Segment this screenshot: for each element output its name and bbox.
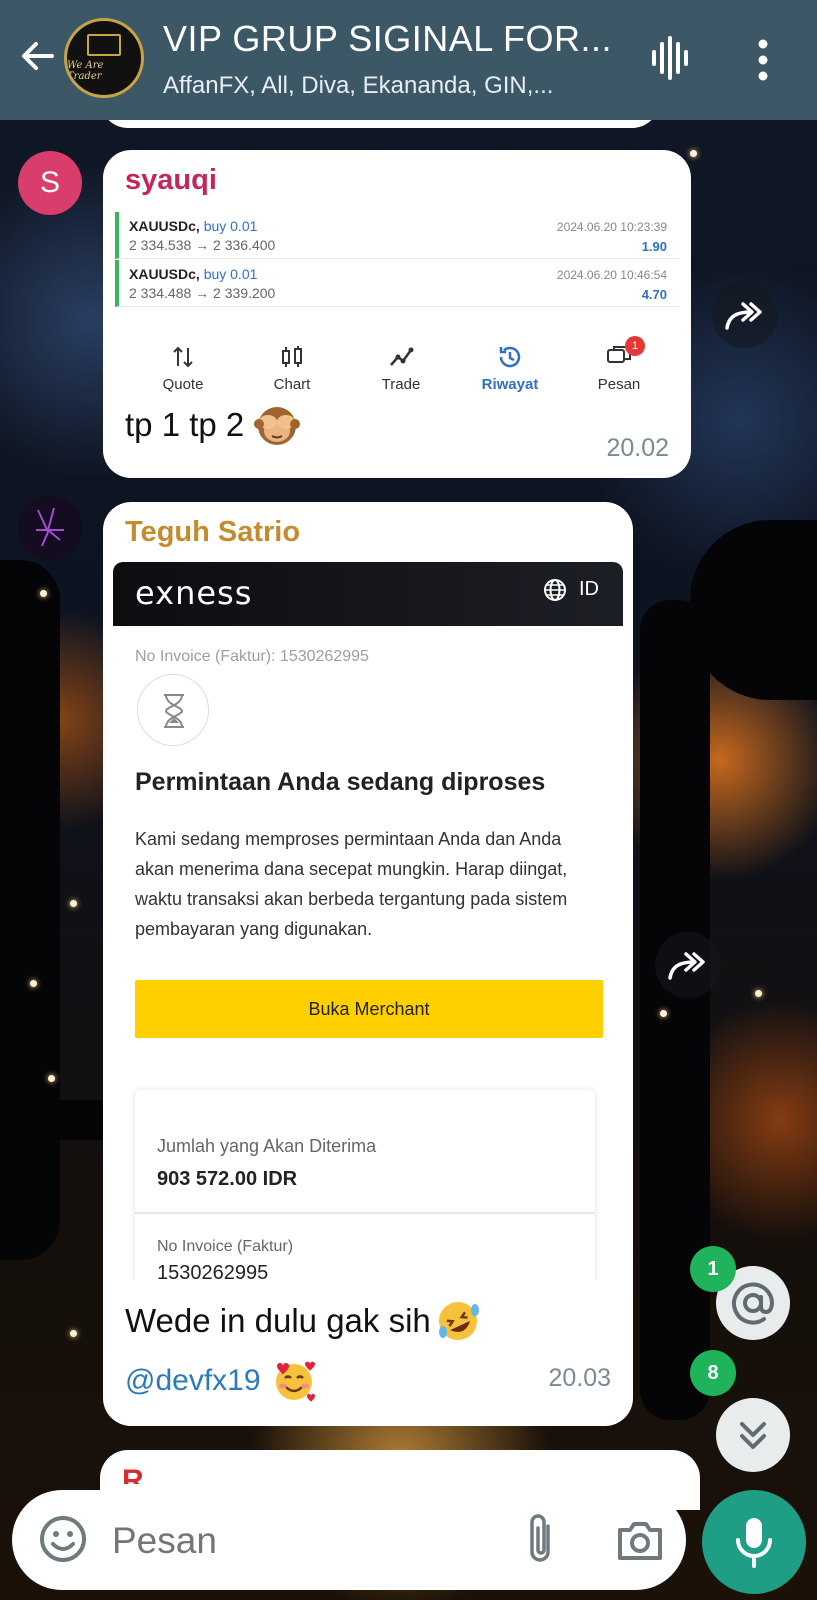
trade-symbol: XAUUSDc, xyxy=(129,266,200,282)
mentions-count-badge: 1 xyxy=(690,1246,736,1292)
candlestick-icon xyxy=(282,346,302,367)
divider xyxy=(135,1212,595,1214)
message-input[interactable] xyxy=(112,1520,492,1562)
message-time: 20.03 xyxy=(548,1364,611,1392)
trade-profit: 4.70 xyxy=(641,287,667,302)
mention-link[interactable]: @devfx19 xyxy=(125,1364,261,1398)
see-no-evil-monkey-emoji xyxy=(254,407,301,445)
trade-datetime: 2024.06.20 10:23:39 xyxy=(556,220,667,234)
tab-label: Chart xyxy=(273,376,311,393)
exness-logo: exness xyxy=(135,574,253,612)
tab-label: Riwayat xyxy=(481,376,539,393)
mt-tab-bar: Quote Chart Trade Riwayat 1 Pesan xyxy=(115,332,679,402)
double-chevron-down-icon xyxy=(740,1422,766,1449)
message-time: 20.02 xyxy=(606,434,669,462)
message-bubble[interactable]: Teguh Satrio exness ID No Invoice (Faktu… xyxy=(103,502,633,1426)
trade-row: XAUUSDc, buy 0.01 2 334.538 → 2 336.400 … xyxy=(115,212,679,259)
history-icon xyxy=(499,346,521,368)
trade-prices: 2 334.488 → 2 339.200 xyxy=(129,285,276,301)
forward-icon xyxy=(725,302,762,330)
monitor-logo-icon xyxy=(87,34,121,56)
voice-chat-icon[interactable] xyxy=(650,36,690,80)
tab-chart: Chart xyxy=(242,332,342,402)
hourglass-icon xyxy=(137,674,209,746)
invoice-line: No Invoice (Faktur): 1530262995 xyxy=(135,648,369,665)
tab-messages: 1 Pesan xyxy=(569,332,669,402)
voice-message-button[interactable] xyxy=(702,1490,806,1594)
message-text-row: tp 1 tp 2 xyxy=(125,402,301,448)
group-avatar[interactable]: We Are Trader xyxy=(64,18,144,98)
forward-button[interactable] xyxy=(712,282,778,348)
sender-name[interactable]: syauqi xyxy=(125,164,217,197)
arrows-updown-icon xyxy=(173,346,193,368)
message-text: tp 1 tp 2 xyxy=(125,406,245,443)
trade-datetime: 2024.06.20 10:46:54 xyxy=(556,268,667,282)
scroll-to-bottom-button[interactable] xyxy=(716,1398,790,1472)
trade-side: buy 0.01 xyxy=(203,218,258,234)
message-bubble[interactable]: syauqi XAUUSDc, buy 0.01 2 334.538 → 2 3… xyxy=(103,150,691,478)
trade-symbol: XAUUSDc, xyxy=(129,218,200,234)
notification-badge: 1 xyxy=(625,336,645,356)
sender-name[interactable]: Teguh Satrio xyxy=(125,516,300,549)
back-arrow-icon[interactable] xyxy=(18,36,58,76)
trade-prices: 2 334.538 → 2 336.400 xyxy=(129,237,276,253)
attachment-icon[interactable] xyxy=(520,1512,560,1568)
tab-label: Trade xyxy=(381,376,421,393)
avatar[interactable] xyxy=(18,496,82,560)
amount-label: Jumlah yang Akan Diterima xyxy=(157,1136,377,1156)
group-avatar-text: We Are Trader xyxy=(67,60,104,82)
mention-row: @devfx19 xyxy=(125,1358,317,1404)
open-merchant-button: Buka Merchant xyxy=(135,980,603,1038)
message-composer xyxy=(12,1490,686,1590)
amount-card: Jumlah yang Akan Diterima 903 572.00 IDR… xyxy=(135,1090,595,1280)
status-body: Kami sedang memproses permintaan Anda da… xyxy=(135,829,568,939)
more-options-icon[interactable] xyxy=(755,38,771,82)
microphone-icon xyxy=(736,1518,772,1568)
chat-header: We Are Trader VIP GRUP SIGINAL FOR... Af… xyxy=(0,0,817,120)
amount-value: 903 572.00 IDR xyxy=(157,1168,298,1190)
sender-name: R xyxy=(122,1464,144,1484)
invoice-value: 1530262995 xyxy=(157,1262,269,1280)
tab-history: Riwayat xyxy=(460,332,560,402)
message-text: Wede in dulu gak sih xyxy=(125,1302,431,1339)
avatar[interactable]: S xyxy=(18,151,82,215)
forward-button[interactable] xyxy=(655,932,721,998)
avatar-image xyxy=(18,496,82,560)
exness-header: exness ID xyxy=(113,562,623,626)
tab-trade: Trade xyxy=(351,332,451,402)
emoji-icon[interactable] xyxy=(38,1514,88,1564)
rolling-laughing-emoji xyxy=(438,1302,479,1340)
tab-label: Pesan xyxy=(597,376,641,393)
trend-line-icon xyxy=(390,347,414,366)
camera-icon[interactable] xyxy=(616,1516,664,1564)
group-members[interactable]: AffanFX, All, Diva, Ekananda, GIN,... xyxy=(163,72,623,100)
language-code: ID xyxy=(579,578,599,600)
smiling-face-with-hearts-emoji xyxy=(275,1361,315,1402)
trade-profit: 1.90 xyxy=(641,239,667,254)
group-title[interactable]: VIP GRUP SIGINAL FOR... xyxy=(163,18,623,60)
trade-row: XAUUSDc, buy 0.01 2 334.488 → 2 339.200 … xyxy=(115,260,679,307)
unread-count-badge: 8 xyxy=(690,1350,736,1396)
tab-quote: Quote xyxy=(133,332,233,402)
trade-history-screenshot[interactable]: XAUUSDc, buy 0.01 2 334.538 → 2 336.400 … xyxy=(115,212,679,393)
globe-icon xyxy=(544,579,566,601)
exness-screenshot[interactable]: exness ID No Invoice (Faktur): 153026299… xyxy=(113,562,623,1280)
invoice-label: No Invoice (Faktur) xyxy=(157,1238,294,1255)
tab-label: Quote xyxy=(162,376,204,393)
trade-side: buy 0.01 xyxy=(203,266,258,282)
message-text-row: Wede in dulu gak sih xyxy=(125,1298,481,1344)
status-title: Permintaan Anda sedang diproses xyxy=(135,768,546,796)
forward-icon xyxy=(668,952,705,980)
